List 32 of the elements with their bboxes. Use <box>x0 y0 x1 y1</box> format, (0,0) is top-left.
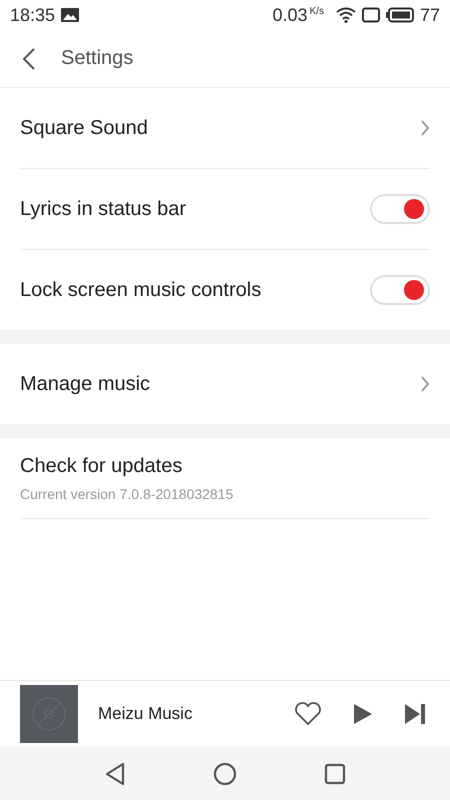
settings-row[interactable]: Manage music <box>20 344 430 424</box>
chevron-icon <box>420 375 430 393</box>
speed-unit: K/s <box>310 6 324 17</box>
image-icon <box>61 8 80 22</box>
network-speed: 0.03 <box>272 4 308 26</box>
settings-row[interactable]: Check for updates Current version 7.0.8-2018032815 <box>20 438 430 519</box>
row-label: Square Sound <box>20 116 148 140</box>
triangle-back-icon <box>104 762 126 786</box>
battery-icon <box>386 7 414 23</box>
row-label: Check for updates <box>20 454 182 478</box>
clock-time: 18:35 <box>10 4 56 26</box>
page-title: Settings <box>61 47 134 70</box>
row-label: Manage music <box>20 372 150 396</box>
row-label: Lock screen music controls <box>20 278 262 302</box>
recents-square-icon <box>324 762 346 784</box>
toggle-switch[interactable] <box>370 275 430 305</box>
toggle-switch[interactable] <box>370 194 430 224</box>
heart-icon <box>294 702 322 726</box>
skip-next-icon <box>404 703 426 725</box>
row-label: Lyrics in status bar <box>20 198 186 220</box>
screen-icon <box>362 7 380 23</box>
wifi-icon <box>336 7 356 23</box>
settings-row[interactable]: Square Sound <box>20 88 430 169</box>
version-text: Current version 7.0.8-2018032815 <box>20 486 234 502</box>
home-circle-icon <box>212 762 237 786</box>
chevron-icon <box>420 119 430 137</box>
track-title: Meizu Music <box>98 704 194 724</box>
settings-row[interactable]: Lock screen music controls <box>20 250 430 330</box>
play-icon <box>352 702 374 726</box>
battery-level: 77 <box>420 4 440 26</box>
settings-row[interactable]: Lyrics in status bar <box>20 169 430 250</box>
back-icon <box>22 46 36 70</box>
